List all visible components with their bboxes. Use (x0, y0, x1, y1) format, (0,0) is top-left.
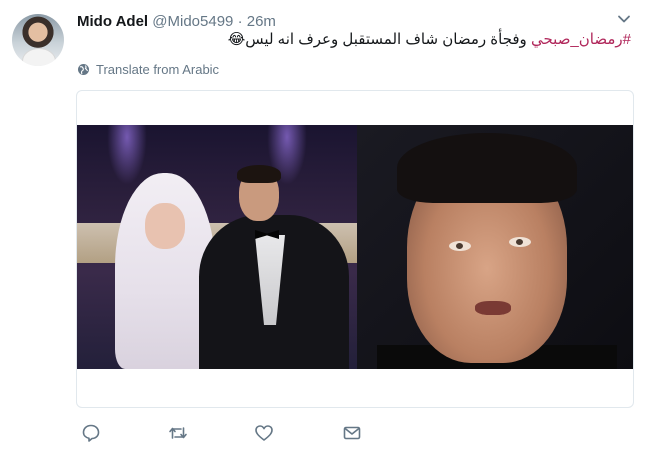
heart-icon[interactable] (253, 422, 275, 444)
eye (509, 237, 531, 247)
reply-icon[interactable] (80, 422, 102, 444)
separator-dot: · (237, 13, 243, 30)
eye (449, 241, 471, 251)
tweet-photo[interactable] (77, 125, 633, 369)
emoji: 😂 (227, 31, 246, 48)
author-name[interactable]: Mido Adel (77, 13, 148, 30)
tweet-header: Mido Adel @Mido5499 · 26m (77, 12, 276, 32)
groom-hair (237, 165, 281, 183)
closeup-photo (357, 125, 633, 369)
retweet-icon[interactable] (167, 422, 189, 444)
avatar[interactable] (12, 14, 64, 66)
tweet-timestamp[interactable]: 26m (247, 13, 276, 30)
bride-face (145, 203, 185, 249)
wedding-photo (77, 125, 357, 369)
translate-link[interactable]: Translate from Arabic (77, 62, 219, 77)
tweet-body-text: وفجأة رمضان شاف المستقبل وعرف انه ليس (245, 31, 531, 48)
hashtag-link[interactable]: #رمضان_صبحي (531, 31, 631, 48)
author-handle[interactable]: @Mido5499 (152, 13, 233, 30)
tweet-actions (76, 420, 363, 446)
closeup-hair (397, 133, 577, 203)
envelope-icon[interactable] (341, 422, 363, 444)
media-card[interactable] (76, 90, 634, 408)
lamp-light (107, 125, 147, 185)
mouth (475, 301, 511, 315)
translate-label: Translate from Arabic (96, 62, 220, 77)
tweet-text: #رمضان_صبحي وفجأة رمضان شاف المستقبل وعر… (228, 30, 631, 50)
globe-icon (77, 63, 90, 76)
chevron-down-icon[interactable] (617, 12, 631, 26)
